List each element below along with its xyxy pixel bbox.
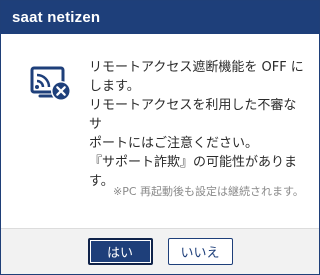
message-line: ポートにはご注意ください。: [89, 136, 259, 151]
message-line: します。: [89, 79, 140, 94]
message-line: 『サポート詐欺』の可能性がありま: [89, 155, 298, 170]
dialog-window: saat netizen リモートアクセス遮断機能を OFF に します。 リモ…: [0, 0, 320, 275]
settings-persist-note: ※PC 再起動後も設定は継続されます。: [113, 185, 304, 198]
dialog-footer: はい いいえ: [1, 228, 319, 274]
dialog-message: リモートアクセス遮断機能を OFF に します。 リモートアクセスを利用した不審…: [89, 58, 309, 191]
dialog-title-bar: saat netizen: [1, 1, 319, 34]
message-line: リモートアクセス遮断機能を OFF に: [89, 60, 304, 75]
no-button[interactable]: いいえ: [167, 238, 233, 265]
dialog-content: リモートアクセス遮断機能を OFF に します。 リモートアクセスを利用した不審…: [1, 34, 319, 229]
yes-button[interactable]: はい: [87, 238, 153, 265]
remote-access-blocked-icon: [27, 59, 75, 107]
dialog-title: saat netizen: [12, 9, 101, 26]
message-line: リモートアクセスを利用した不審なサ: [89, 98, 297, 132]
